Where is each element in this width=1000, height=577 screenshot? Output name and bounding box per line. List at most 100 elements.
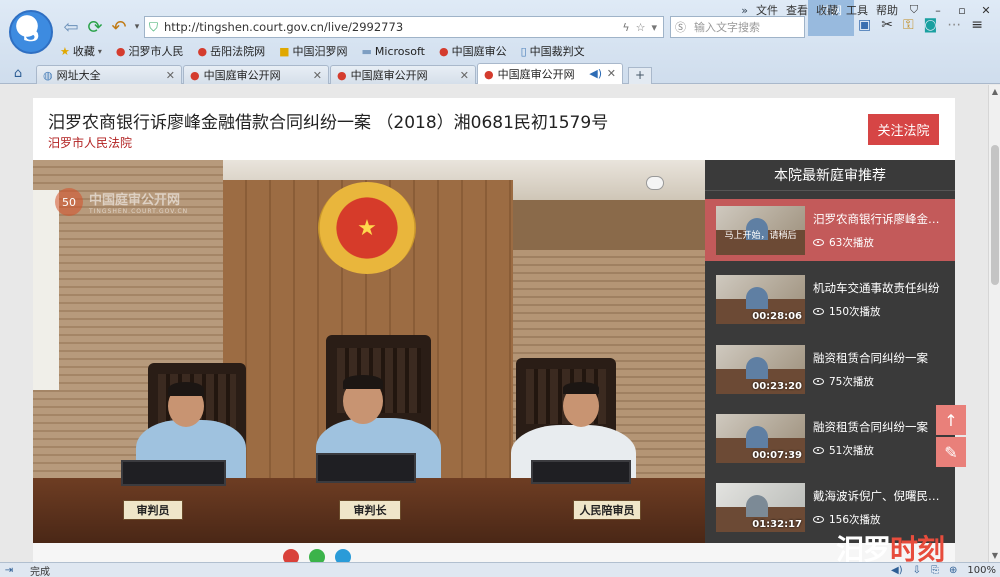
star-icon[interactable]: ☆ bbox=[636, 21, 646, 34]
recommendation-thumbnail: 马上开始，请稍后 bbox=[716, 206, 805, 255]
minimize-icon[interactable]: – bbox=[930, 4, 946, 17]
tab-tingshen-1[interactable]: ● 中国庭审公开网 ✕ bbox=[183, 65, 329, 84]
recommendation-title[interactable]: 汨罗农商银行诉廖峰金融... bbox=[813, 211, 949, 227]
bookmark-yueyang-court[interactable]: ● 岳阳法院网 bbox=[198, 43, 266, 59]
key-icon[interactable]: ⚿ bbox=[903, 17, 914, 33]
follow-court-button[interactable]: 关注法院 bbox=[868, 114, 939, 145]
share-weibo-icon[interactable] bbox=[283, 549, 299, 562]
address-bar[interactable]: ⛉ http://tingshen.court.gov.cn/live/2992… bbox=[144, 16, 664, 38]
bookmark-wenshu[interactable]: ▯ 中国裁判文 bbox=[521, 43, 585, 59]
menu-favorites[interactable]: 收藏 bbox=[816, 2, 838, 18]
eye-icon bbox=[813, 239, 824, 246]
recommendation-title[interactable]: 戴海波诉倪广、倪曙民同... bbox=[813, 488, 949, 504]
back-to-top-button[interactable]: ↑ bbox=[936, 405, 966, 435]
page-scrollbar[interactable]: ▲ ▼ bbox=[988, 85, 1000, 562]
double-chevron-icon[interactable]: » bbox=[741, 4, 748, 17]
play-count: 51次播放 bbox=[813, 443, 874, 458]
new-tab-button[interactable]: + bbox=[628, 67, 652, 84]
status-text: 完成 bbox=[30, 566, 50, 577]
chevron-down-icon[interactable]: ▾ bbox=[651, 21, 657, 34]
court-name-link[interactable]: 汨罗市人民法院 bbox=[48, 134, 132, 151]
recommendation-item[interactable]: 马上开始，请稍后 汨罗农商银行诉廖峰金融... 63次播放 bbox=[705, 199, 955, 261]
video-watermark: 50 中国庭审公开网 TINGSHEN.COURT.GOV.CN bbox=[55, 188, 188, 216]
menu-file[interactable]: 文件 bbox=[756, 2, 778, 18]
address-url[interactable]: http://tingshen.court.gov.cn/live/299277… bbox=[164, 20, 403, 34]
play-count: 75次播放 bbox=[813, 374, 874, 389]
play-count-text: 75次播放 bbox=[829, 376, 874, 388]
speaker-icon[interactable]: ◀) bbox=[589, 67, 602, 80]
bookmark-miluo-court[interactable]: ● 汨罗市人民 bbox=[116, 43, 184, 59]
menu-icon[interactable]: ≡ bbox=[971, 17, 983, 33]
recommendation-thumbnail: 00:23:20 bbox=[716, 345, 805, 394]
zoom-level[interactable]: 100% bbox=[967, 565, 996, 576]
play-count: 150次播放 bbox=[813, 304, 881, 319]
sidebar-title: 本院最新庭审推荐 bbox=[705, 160, 955, 191]
menu-view[interactable]: 查看 bbox=[786, 2, 808, 18]
share-wechat-icon[interactable] bbox=[309, 549, 325, 562]
more-icon[interactable]: ⋯ bbox=[947, 17, 961, 33]
bookmark-label: 中国汨罗网 bbox=[292, 45, 348, 58]
play-count-text: 156次播放 bbox=[829, 514, 881, 526]
back-icon[interactable]: ⇦ bbox=[60, 17, 82, 38]
recommendation-thumbnail: 01:32:17 bbox=[716, 483, 805, 532]
play-count: 156次播放 bbox=[813, 512, 881, 527]
capture-icon[interactable]: ◙ bbox=[924, 17, 938, 33]
close-tab-icon[interactable]: ✕ bbox=[607, 67, 616, 80]
scroll-thumb[interactable] bbox=[991, 145, 999, 285]
scroll-up-icon[interactable]: ▲ bbox=[989, 87, 1000, 96]
bookmark-icon: ■ bbox=[279, 44, 290, 58]
bookmark-tingshen[interactable]: ● 中国庭审公 bbox=[439, 43, 507, 59]
close-window-icon[interactable]: ✕ bbox=[978, 4, 994, 17]
thumbnail-figure bbox=[746, 495, 768, 517]
eye-icon bbox=[813, 447, 824, 454]
bookmark-label: 中国庭审公 bbox=[451, 45, 507, 58]
status-bar: ⇥ 完成 ◀) ⇩ ⎘ ⊕ 100% bbox=[0, 562, 1000, 577]
close-tab-icon[interactable]: ✕ bbox=[166, 69, 175, 82]
court-favicon-icon: ● bbox=[115, 44, 126, 58]
search-placeholder[interactable]: 输入文字搜索 bbox=[694, 19, 760, 35]
sidebar-toggle-icon[interactable]: ⇥ bbox=[0, 565, 18, 576]
translate-icon[interactable]: ⎘ bbox=[931, 565, 939, 576]
close-tab-icon[interactable]: ✕ bbox=[313, 69, 322, 82]
zoom-icon[interactable]: ⊕ bbox=[949, 565, 957, 576]
volume-icon[interactable]: ◀) bbox=[891, 565, 903, 576]
lightning-icon[interactable]: ϟ bbox=[622, 21, 629, 34]
close-tab-icon[interactable]: ✕ bbox=[460, 69, 469, 82]
recommendation-title[interactable]: 融资租赁合同纠纷一案 bbox=[813, 350, 949, 366]
brand-watermark: 汨罗时刻 bbox=[836, 528, 945, 562]
recommendation-title[interactable]: 融资租赁合同纠纷一案 bbox=[813, 419, 949, 435]
bookmark-label: 岳阳法院网 bbox=[210, 45, 266, 58]
scissors-icon[interactable]: ✂ bbox=[881, 17, 893, 33]
recommendation-item[interactable]: 00:28:06 机动车交通事故责任纠纷 150次播放 bbox=[705, 268, 955, 330]
share-qq-icon[interactable] bbox=[335, 549, 351, 562]
recommendation-item[interactable]: 00:07:39 融资租赁合同纠纷一案 51次播放 bbox=[705, 407, 955, 469]
court-favicon-icon: ● bbox=[337, 68, 347, 82]
menu-help[interactable]: 帮助 bbox=[876, 2, 898, 18]
case-header: 汨罗农商银行诉廖峰金融借款合同纠纷一案 （2018）湘0681民初1579号 汨… bbox=[33, 98, 955, 162]
refresh-icon[interactable]: ⟳ bbox=[84, 17, 106, 38]
tab-url-directory[interactable]: ◍ 网址大全 ✕ bbox=[36, 65, 182, 84]
shield-icon: ⛉ bbox=[149, 19, 159, 34]
tab-tingshen-active[interactable]: ● 中国庭审公开网 ◀) ✕ bbox=[477, 63, 623, 84]
national-emblem-icon: ★ bbox=[318, 182, 416, 274]
search-box[interactable]: Ⓢ 输入文字搜索 bbox=[670, 16, 805, 38]
scroll-down-icon[interactable]: ▼ bbox=[989, 551, 1000, 560]
nameplate-presiding-judge: 审判长 bbox=[339, 500, 401, 520]
maximize-icon[interactable]: ▫ bbox=[954, 4, 970, 17]
edit-icon: ✎ bbox=[944, 442, 958, 462]
recommendation-item[interactable]: 00:23:20 融资租赁合同纠纷一案 75次播放 bbox=[705, 338, 955, 400]
window-icon[interactable]: ▣ bbox=[858, 17, 871, 33]
live-video-player[interactable]: ★ 审判员 审判长 人民陪审员 50 中国庭审公开网 TINGSHEN.COUR… bbox=[33, 160, 705, 543]
bookmark-favorites[interactable]: ★ 收藏 ▾ bbox=[60, 43, 102, 59]
download-icon[interactable]: ⇩ bbox=[913, 565, 921, 576]
skin-icon[interactable]: ⛉ bbox=[906, 3, 922, 17]
globe-icon: ◍ bbox=[43, 68, 53, 82]
bookmark-label: Microsoft bbox=[374, 44, 425, 58]
home-icon[interactable]: ⌂ bbox=[0, 66, 36, 84]
recommendation-title[interactable]: 机动车交通事故责任纠纷 bbox=[813, 280, 949, 296]
tab-tingshen-2[interactable]: ● 中国庭审公开网 ✕ bbox=[330, 65, 476, 84]
bookmark-miluo-net[interactable]: ■ 中国汨罗网 bbox=[279, 43, 347, 59]
menu-tools[interactable]: 工具 bbox=[846, 2, 868, 18]
bookmark-microsoft[interactable]: ▬ Microsoft bbox=[362, 45, 425, 58]
feedback-button[interactable]: ✎ bbox=[936, 437, 966, 467]
